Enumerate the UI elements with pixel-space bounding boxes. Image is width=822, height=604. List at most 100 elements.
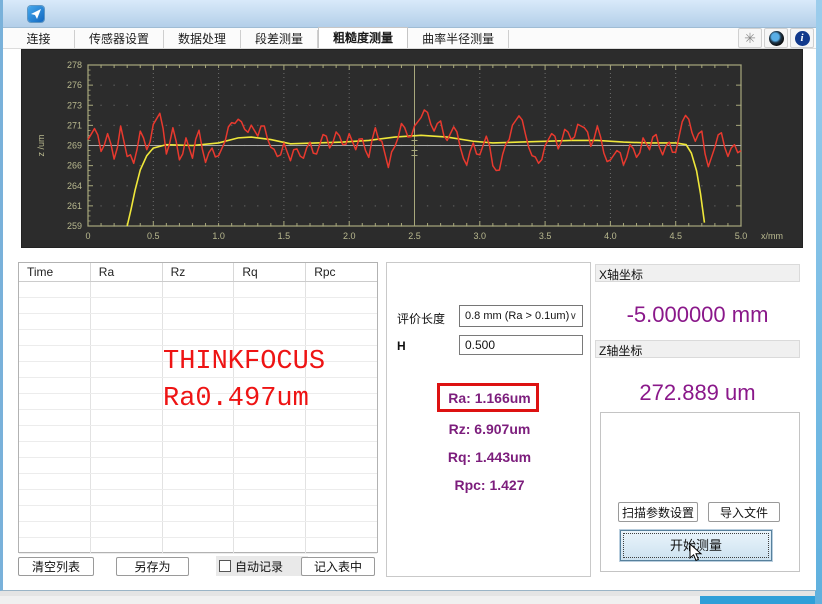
table-cell <box>91 442 163 457</box>
save-as-button[interactable]: 另存为 <box>116 557 189 576</box>
z-axis-coord-header: Z轴坐标 <box>595 340 800 358</box>
table-cell <box>91 410 163 425</box>
svg-text:271: 271 <box>67 120 82 130</box>
table-cell <box>19 506 91 521</box>
table-cell <box>234 538 306 553</box>
table-row[interactable] <box>19 346 377 362</box>
table-cell <box>234 474 306 489</box>
table-cell <box>234 522 306 537</box>
info-icon[interactable]: i <box>790 28 814 48</box>
auto-record-checkbox[interactable] <box>219 560 231 572</box>
table-cell <box>91 458 163 473</box>
eval-length-dropdown[interactable]: 0.8 mm (Ra > 0.1um) ∨ <box>459 305 583 327</box>
table-row[interactable] <box>19 522 377 538</box>
table-cell <box>91 378 163 393</box>
table-cell <box>163 346 235 361</box>
table-row[interactable] <box>19 378 377 394</box>
h-input[interactable]: 0.500 <box>459 335 583 355</box>
table-row[interactable] <box>19 362 377 378</box>
table-cell <box>306 298 377 313</box>
settings-asterisk-icon[interactable]: ✳ <box>738 28 762 48</box>
table-row[interactable] <box>19 458 377 474</box>
table-cell <box>306 426 377 441</box>
table-cell <box>91 474 163 489</box>
table-cell <box>19 426 91 441</box>
table-cell <box>163 506 235 521</box>
table-cell <box>306 538 377 553</box>
table-cell <box>163 538 235 553</box>
table-body <box>19 282 377 554</box>
table-cell <box>19 362 91 377</box>
tab-bar: 连接 传感器设置 数据处理 段差测量 粗糙度测量 曲率半径测量 ✳ i <box>3 28 816 49</box>
table-row[interactable] <box>19 282 377 298</box>
table-cell <box>306 378 377 393</box>
table-row[interactable] <box>19 538 377 554</box>
table-cell <box>306 458 377 473</box>
table-row[interactable] <box>19 426 377 442</box>
table-cell <box>234 298 306 313</box>
table-cell <box>306 282 377 297</box>
svg-text:3.5: 3.5 <box>539 231 552 241</box>
table-row[interactable] <box>19 442 377 458</box>
table-cell <box>163 522 235 537</box>
table-row[interactable] <box>19 490 377 506</box>
table-row[interactable] <box>19 394 377 410</box>
table-cell <box>91 298 163 313</box>
col-rpc[interactable]: Rpc <box>306 263 377 281</box>
camera-icon[interactable] <box>764 28 788 48</box>
table-cell <box>234 362 306 377</box>
table-cell <box>19 346 91 361</box>
clear-list-button[interactable]: 清空列表 <box>18 557 94 576</box>
table-cell <box>234 506 306 521</box>
eval-length-value: 0.8 mm (Ra > 0.1um) <box>465 310 569 322</box>
table-cell <box>91 362 163 377</box>
app-icon <box>28 6 44 22</box>
table-cell <box>91 314 163 329</box>
svg-text:3.0: 3.0 <box>474 231 487 241</box>
table-row[interactable] <box>19 298 377 314</box>
svg-text:273: 273 <box>67 100 82 110</box>
table-cell <box>163 330 235 345</box>
title-bar[interactable] <box>3 0 816 28</box>
table-cell <box>91 506 163 521</box>
table-cell <box>163 282 235 297</box>
tab-data-processing[interactable]: 数据处理 <box>164 30 241 48</box>
tab-step-measure[interactable]: 段差测量 <box>241 30 318 48</box>
tab-curvature-measure[interactable]: 曲率半径测量 <box>408 30 509 48</box>
col-rq[interactable]: Rq <box>234 263 306 281</box>
svg-text:2.5: 2.5 <box>408 231 421 241</box>
auto-record-toggle[interactable]: 自动记录 <box>216 556 308 576</box>
table-cell <box>91 330 163 345</box>
table-cell <box>163 474 235 489</box>
svg-text:4.0: 4.0 <box>604 231 617 241</box>
svg-text:x/mm: x/mm <box>761 231 783 241</box>
tab-sensor-settings[interactable]: 传感器设置 <box>75 30 164 48</box>
table-row[interactable] <box>19 506 377 522</box>
table-row[interactable] <box>19 410 377 426</box>
svg-text:4.5: 4.5 <box>669 231 682 241</box>
col-ra[interactable]: Ra <box>91 263 163 281</box>
tab-roughness-measure[interactable]: 粗糙度测量 <box>318 27 408 48</box>
table-cell <box>234 330 306 345</box>
import-file-button[interactable]: 导入文件 <box>708 502 780 522</box>
ra-result: Ra: 1.166um <box>387 390 592 406</box>
col-time[interactable]: Time <box>19 263 91 281</box>
eval-length-label: 评价长度 <box>397 310 445 327</box>
col-rz[interactable]: Rz <box>163 263 235 281</box>
table-cell <box>91 522 163 537</box>
table-row[interactable] <box>19 330 377 346</box>
auto-record-label: 自动记录 <box>235 558 283 575</box>
app-window: 连接 传感器设置 数据处理 段差测量 粗糙度测量 曲率半径测量 ✳ i 2782… <box>0 0 816 591</box>
x-axis-coord-header: X轴坐标 <box>595 264 800 282</box>
scan-params-button[interactable]: 扫描参数设置 <box>618 502 698 522</box>
table-row[interactable] <box>19 314 377 330</box>
measurement-table[interactable]: Time Ra Rz Rq Rpc <box>18 262 378 553</box>
table-cell <box>163 426 235 441</box>
table-cell <box>234 410 306 425</box>
profile-chart[interactable]: 27827627327126926626426125900.51.01.52.0… <box>21 49 803 248</box>
record-to-table-button[interactable]: 记入表中 <box>301 557 375 576</box>
table-cell <box>19 298 91 313</box>
table-row[interactable] <box>19 474 377 490</box>
svg-text:261: 261 <box>67 201 82 211</box>
tab-connect[interactable]: 连接 <box>3 30 75 48</box>
